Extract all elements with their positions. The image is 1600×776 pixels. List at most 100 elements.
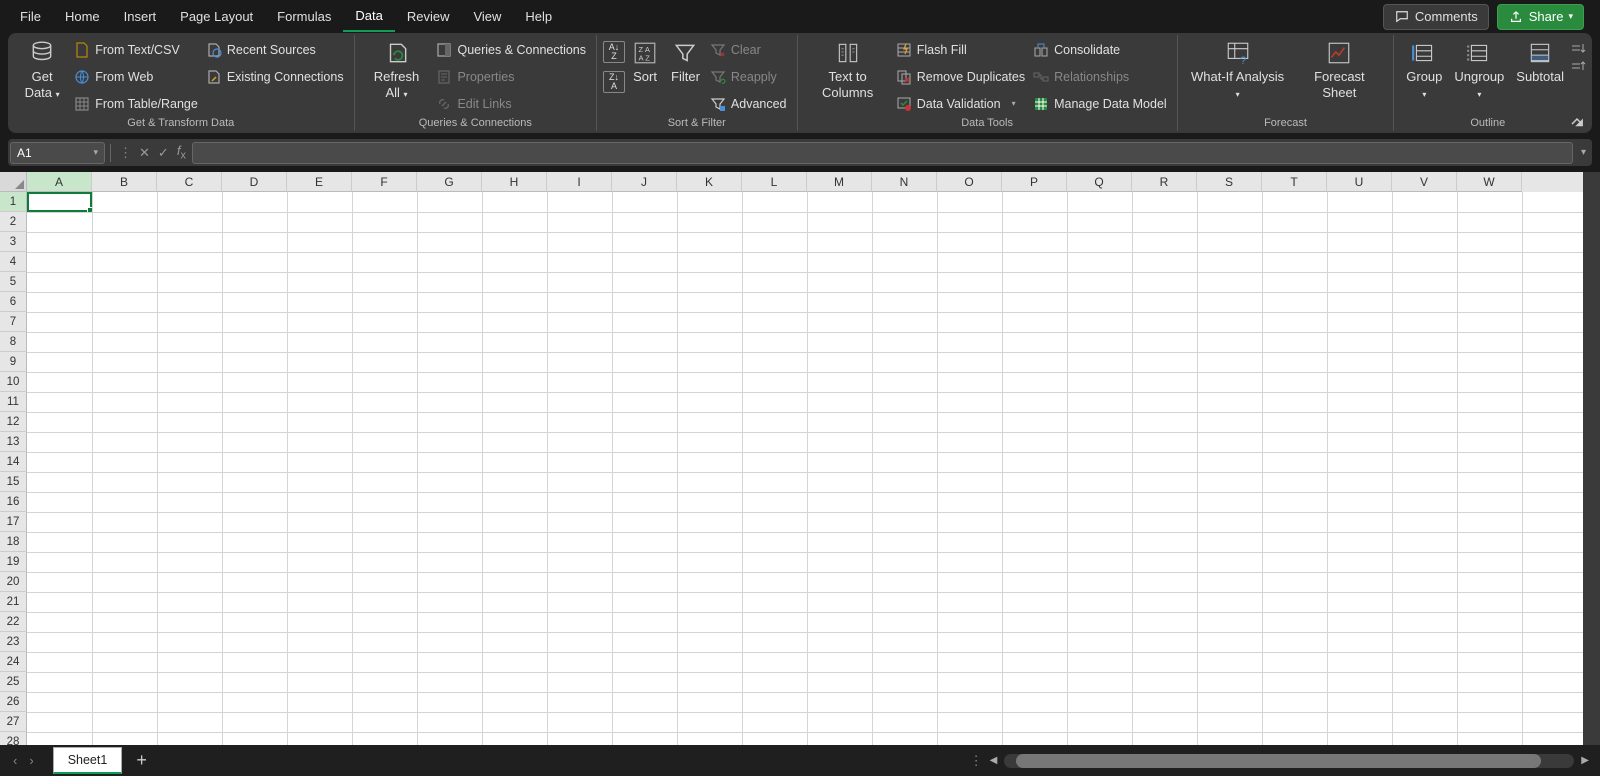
sheet-tab[interactable]: Sheet1 <box>53 747 123 774</box>
tab-home[interactable]: Home <box>53 2 112 31</box>
existing-connections-button[interactable]: Existing Connections <box>202 64 348 89</box>
text-to-columns-button[interactable]: Text to Columns <box>804 37 892 104</box>
column-header[interactable]: J <box>612 172 677 192</box>
data-validation-button[interactable]: Data Validation ▾ <box>892 91 1029 116</box>
group-button[interactable]: Group▾ <box>1400 37 1448 104</box>
row-header[interactable]: 7 <box>0 312 27 332</box>
row-header[interactable]: 5 <box>0 272 27 292</box>
remove-duplicates-button[interactable]: Remove Duplicates <box>892 64 1029 89</box>
sort-asc-button[interactable]: A↓Z <box>603 41 625 63</box>
select-all-button[interactable] <box>0 172 27 192</box>
row-header[interactable]: 20 <box>0 572 27 592</box>
row-header[interactable]: 14 <box>0 452 27 472</box>
column-header[interactable]: S <box>1197 172 1262 192</box>
from-text-csv-button[interactable]: From Text/CSV <box>70 37 202 62</box>
advanced-filter-button[interactable]: Advanced <box>706 91 791 116</box>
recent-sources-button[interactable]: Recent Sources <box>202 37 348 62</box>
column-header[interactable]: Q <box>1067 172 1132 192</box>
row-header[interactable]: 6 <box>0 292 27 312</box>
column-header[interactable]: L <box>742 172 807 192</box>
chevron-down-icon[interactable]: ▾ <box>93 147 98 158</box>
column-header[interactable]: A <box>27 172 92 192</box>
row-header[interactable]: 22 <box>0 612 27 632</box>
tab-formulas[interactable]: Formulas <box>265 2 343 31</box>
tab-help[interactable]: Help <box>513 2 564 31</box>
relationships-button[interactable]: Relationships <box>1029 64 1171 89</box>
forecast-sheet-button[interactable]: Forecast Sheet <box>1292 37 1388 104</box>
row-header[interactable]: 18 <box>0 532 27 552</box>
row-header[interactable]: 11 <box>0 392 27 412</box>
row-header[interactable]: 23 <box>0 632 27 652</box>
scroll-right-button[interactable]: ▶ <box>1578 755 1592 766</box>
cancel-formula-button[interactable]: ✕ <box>135 145 154 161</box>
row-header[interactable]: 27 <box>0 712 27 732</box>
filter-button[interactable]: Filter <box>665 37 706 87</box>
column-header[interactable]: U <box>1327 172 1392 192</box>
row-header[interactable]: 21 <box>0 592 27 612</box>
row-header[interactable]: 19 <box>0 552 27 572</box>
column-header[interactable]: H <box>482 172 547 192</box>
show-detail-icon[interactable] <box>1570 41 1586 57</box>
properties-button[interactable]: Properties <box>432 64 590 89</box>
tab-file[interactable]: File <box>8 2 53 31</box>
tab-view[interactable]: View <box>461 2 513 31</box>
insert-function-button[interactable]: fx <box>173 143 190 162</box>
collapse-ribbon-button[interactable] <box>1570 117 1584 127</box>
hide-detail-icon[interactable] <box>1570 59 1586 75</box>
refresh-all-button[interactable]: Refresh All ▾ <box>361 37 433 104</box>
row-header[interactable]: 12 <box>0 412 27 432</box>
active-cell[interactable] <box>27 192 92 212</box>
next-sheet-button[interactable]: › <box>26 753 36 768</box>
column-header[interactable]: W <box>1457 172 1522 192</box>
row-header[interactable]: 25 <box>0 672 27 692</box>
reapply-button[interactable]: Reapply <box>706 64 791 89</box>
formula-input[interactable] <box>192 142 1573 164</box>
name-box[interactable]: A1▾ <box>10 142 105 164</box>
column-header[interactable]: I <box>547 172 612 192</box>
more-icon[interactable]: ⋮ <box>116 145 135 161</box>
column-header[interactable]: G <box>417 172 482 192</box>
row-header[interactable]: 10 <box>0 372 27 392</box>
row-header[interactable]: 28 <box>0 732 27 745</box>
scrollbar-thumb[interactable] <box>1016 754 1541 768</box>
row-header[interactable]: 13 <box>0 432 27 452</box>
column-header[interactable]: F <box>352 172 417 192</box>
column-header[interactable]: R <box>1132 172 1197 192</box>
from-table-range-button[interactable]: From Table/Range <box>70 91 202 116</box>
horizontal-scrollbar[interactable] <box>1004 754 1574 768</box>
row-header[interactable]: 3 <box>0 232 27 252</box>
tab-data[interactable]: Data <box>343 1 394 32</box>
row-header[interactable]: 4 <box>0 252 27 272</box>
row-header[interactable]: 2 <box>0 212 27 232</box>
column-header[interactable]: E <box>287 172 352 192</box>
column-header[interactable]: V <box>1392 172 1457 192</box>
expand-formula-bar-button[interactable]: ▾ <box>1575 147 1592 158</box>
vertical-scrollbar[interactable] <box>1583 172 1600 745</box>
column-header[interactable]: O <box>937 172 1002 192</box>
column-header[interactable]: C <box>157 172 222 192</box>
column-header[interactable]: D <box>222 172 287 192</box>
what-if-button[interactable]: ? What-If Analysis ▾ <box>1184 37 1292 104</box>
cells-area[interactable] <box>27 192 1600 745</box>
edit-links-button[interactable]: Edit Links <box>432 91 590 116</box>
row-header[interactable]: 1 <box>0 192 27 212</box>
clear-filter-button[interactable]: Clear <box>706 37 791 62</box>
flash-fill-button[interactable]: Flash Fill <box>892 37 1029 62</box>
add-sheet-button[interactable]: + <box>122 750 161 771</box>
queries-connections-button[interactable]: Queries & Connections <box>432 37 590 62</box>
row-header[interactable]: 16 <box>0 492 27 512</box>
row-header[interactable]: 17 <box>0 512 27 532</box>
column-header[interactable]: N <box>872 172 937 192</box>
row-header[interactable]: 9 <box>0 352 27 372</box>
comments-button[interactable]: Comments <box>1383 4 1489 30</box>
enter-formula-button[interactable]: ✓ <box>154 145 173 161</box>
subtotal-button[interactable]: Subtotal <box>1510 37 1570 87</box>
row-header[interactable]: 15 <box>0 472 27 492</box>
manage-data-model-button[interactable]: Manage Data Model <box>1029 91 1171 116</box>
tab-review[interactable]: Review <box>395 2 462 31</box>
column-header[interactable]: T <box>1262 172 1327 192</box>
row-header[interactable]: 8 <box>0 332 27 352</box>
ungroup-button[interactable]: Ungroup▾ <box>1448 37 1510 104</box>
row-header[interactable]: 24 <box>0 652 27 672</box>
column-header[interactable]: B <box>92 172 157 192</box>
